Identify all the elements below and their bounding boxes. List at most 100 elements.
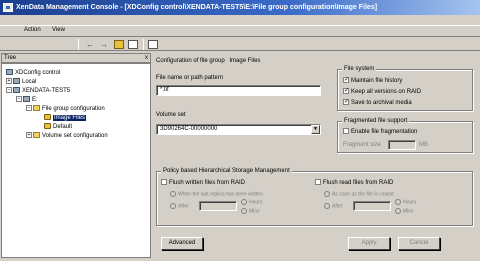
volume-set-value: 3D90264C-00000000 xyxy=(160,126,218,132)
tree-node-label: E: xyxy=(32,97,38,103)
chevron-down-icon[interactable]: ▼ xyxy=(311,125,320,134)
tree-node-label: XENDATA-TEST5 xyxy=(22,88,71,94)
cancel-button[interactable]: Cancel xyxy=(398,237,440,250)
radio-label: Hours xyxy=(249,199,263,206)
tree-node-default[interactable]: Default xyxy=(44,123,72,131)
tree-node-label: Local xyxy=(22,79,37,85)
tree-node-file-group-configuration[interactable]: − File group configuration xyxy=(26,105,105,113)
back-arrow-icon[interactable]: ← xyxy=(84,39,96,50)
read-hours-radio[interactable]: Hours xyxy=(395,199,416,206)
tree-node-xdconfig[interactable]: XDConfig control xyxy=(6,69,60,77)
config-heading: Configuration of file group Image Files xyxy=(156,58,260,64)
expand-icon[interactable]: + xyxy=(26,132,32,139)
radio-dot[interactable] xyxy=(170,191,176,197)
file-group-icon xyxy=(44,123,51,130)
file-system-title: File system xyxy=(342,66,377,73)
fragmented-file-group: Fragmented file support Enable file frag… xyxy=(337,118,473,153)
read-after-radio[interactable]: After xyxy=(324,203,343,210)
radio-dot[interactable] xyxy=(170,203,176,209)
window-title: XenData Management Console - [XDConfig c… xyxy=(16,4,378,11)
radio-dot[interactable] xyxy=(324,203,330,209)
radio-label: Mins xyxy=(249,208,260,215)
written-hours-radio[interactable]: Hours xyxy=(241,199,262,206)
menu-action[interactable]: Action xyxy=(24,27,41,33)
volume-set-select[interactable]: 3D90264C-00000000 ▼ xyxy=(156,124,321,135)
flush-written-checkbox[interactable]: Flush written files from RAID xyxy=(161,179,245,187)
radio-dot[interactable] xyxy=(395,199,401,205)
radio-dot[interactable] xyxy=(324,191,330,197)
menu-view[interactable]: View xyxy=(52,27,65,33)
checkbox-box[interactable] xyxy=(315,179,321,186)
radio-label: As soon as the file is closed xyxy=(332,191,394,198)
fragment-size-label: Fragment size xyxy=(343,142,382,148)
close-pane-icon[interactable]: x xyxy=(145,54,148,63)
radio-dot[interactable] xyxy=(395,208,401,214)
checkbox-label: Flush read files from RAID xyxy=(323,180,394,186)
checkbox-box[interactable] xyxy=(343,128,349,135)
title-bar: XenData Management Console - [XDConfig c… xyxy=(0,0,480,15)
keep-versions-checkbox[interactable]: Keep all versions on RAID xyxy=(343,87,421,96)
tree-header: Tree x xyxy=(1,53,151,63)
fragment-size-unit: MB xyxy=(419,142,428,148)
written-last-replica-radio[interactable]: When the last replica has been written xyxy=(170,191,263,198)
tree-node-xendata-test5[interactable]: − XENDATA-TEST5 xyxy=(6,87,70,95)
checkbox-box[interactable] xyxy=(343,87,349,95)
config-heading-name: Image Files xyxy=(229,58,261,64)
up-folder-icon[interactable] xyxy=(114,40,124,49)
hsm-policy-group: Policy based Hierarchical Storage Manage… xyxy=(156,168,473,226)
expand-icon[interactable]: + xyxy=(6,78,12,85)
checkbox-box[interactable] xyxy=(343,76,349,84)
read-mins-radio[interactable]: Mins xyxy=(395,208,414,215)
radio-label: Hours xyxy=(403,199,417,206)
tree-node-image-files[interactable]: Image Files xyxy=(44,114,87,122)
tree-node-label: XDConfig control xyxy=(15,70,61,76)
enable-fragmentation-checkbox[interactable]: Enable file fragmentation xyxy=(343,128,417,136)
checkbox-label: Flush written files from RAID xyxy=(169,180,246,186)
computer-icon xyxy=(6,69,13,76)
tree-node-label: File group configuration xyxy=(42,106,105,112)
checkbox-label: Maintain file history xyxy=(351,78,403,84)
apply-button[interactable]: Apply xyxy=(348,237,390,250)
fragment-size-input[interactable] xyxy=(388,140,416,150)
written-mins-radio[interactable]: Mins xyxy=(241,208,260,215)
folder-icon xyxy=(33,132,40,139)
show-tree-icon[interactable] xyxy=(128,40,138,49)
read-after-input[interactable] xyxy=(353,201,391,211)
radio-dot[interactable] xyxy=(241,199,247,205)
read-on-close-radio[interactable]: As soon as the file is closed xyxy=(324,191,394,198)
radio-dot[interactable] xyxy=(241,208,247,214)
collapse-icon[interactable]: − xyxy=(16,96,22,103)
maintain-history-checkbox[interactable]: Maintain file history xyxy=(343,76,403,85)
save-archival-checkbox[interactable]: Save to archival media xyxy=(343,98,412,107)
tree-view: XDConfig control + Local − XENDATA-TEST5 −… xyxy=(1,63,151,258)
config-panel: Configuration of file group Image Files … xyxy=(153,53,478,258)
folder-icon xyxy=(33,105,40,112)
radio-label: Mins xyxy=(403,208,414,215)
tree-node-volume-set-configuration[interactable]: + Volume set configuration xyxy=(26,132,108,140)
checkbox-label: Save to archival media xyxy=(351,100,412,106)
tree-node-drive-e[interactable]: − E: xyxy=(16,96,38,104)
checkbox-box[interactable] xyxy=(343,98,349,106)
tree-node-local[interactable]: + Local xyxy=(6,78,36,86)
flush-read-checkbox[interactable]: Flush read files from RAID xyxy=(315,179,393,187)
collapse-icon[interactable]: − xyxy=(6,87,12,94)
advanced-button[interactable]: Advanced xyxy=(161,237,203,250)
file-system-group: File system Maintain file history Keep a… xyxy=(337,66,473,111)
written-after-radio[interactable]: After xyxy=(170,203,189,210)
written-after-input[interactable] xyxy=(199,201,237,211)
volume-set-label: Volume set xyxy=(156,112,186,118)
computer-icon xyxy=(13,87,20,94)
tree-header-label: Tree xyxy=(4,55,17,61)
drive-icon xyxy=(23,96,30,103)
radio-label: When the last replica has been written xyxy=(178,191,263,198)
collapse-icon[interactable]: − xyxy=(26,105,32,112)
path-pattern-input[interactable]: *.tif xyxy=(156,85,321,96)
checkbox-box[interactable] xyxy=(161,179,167,186)
tree-node-label: Image Files xyxy=(53,115,87,121)
computer-icon xyxy=(13,78,20,85)
tree-node-label: Default xyxy=(53,124,73,130)
toolbar-separator xyxy=(143,39,144,50)
properties-icon[interactable] xyxy=(148,40,158,49)
radio-label: After xyxy=(178,203,189,210)
forward-arrow-icon[interactable]: → xyxy=(98,39,110,50)
